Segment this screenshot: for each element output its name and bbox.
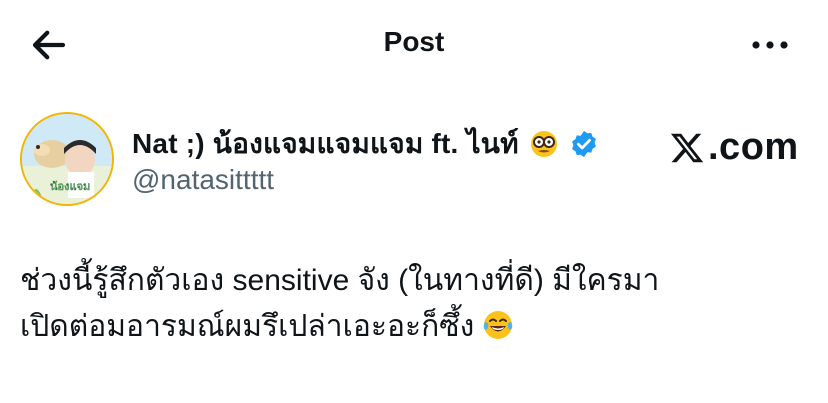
page-title: Post bbox=[383, 26, 445, 57]
more-horizontal-icon[interactable] bbox=[748, 30, 792, 60]
nerd-glasses-emoji-icon bbox=[530, 131, 557, 157]
top-bar: Post bbox=[0, 0, 828, 90]
brand-text: .com bbox=[708, 126, 799, 168]
verified-badge-icon[interactable] bbox=[569, 129, 599, 159]
x-logo-icon bbox=[670, 133, 704, 162]
author-display-name[interactable]: Nat ;) น้องแจมแจมแจม ft. ไนท์ bbox=[132, 122, 519, 166]
tweet-text-line-1: ช่วงนี้รู้สึกตัวเอง sensitive จัง (ในทาง… bbox=[20, 264, 660, 297]
avatar-badge-text: น้องแจม bbox=[50, 180, 90, 193]
avatar-image: น้องแจม bbox=[22, 114, 112, 204]
tweet-text-line-2-text: เปิดต่อมอารมณ์ผมรึเปล่าเอะอะก็ซึ้ง bbox=[20, 310, 475, 343]
tweet-text: ช่วงนี้รู้สึกตัวเอง sensitive จัง (ในทาง… bbox=[20, 258, 810, 350]
avatar[interactable]: น้องแจม bbox=[20, 112, 114, 206]
tweet-text-line-2: เปิดต่อมอารมณ์ผมรึเปล่าเอะอะก็ซึ้ง bbox=[20, 304, 810, 350]
post-header: น้องแจม Nat ;) น้องแจมแจมแจม ft. ไนท์ @n… bbox=[20, 112, 810, 212]
author-name-row[interactable]: Nat ;) น้องแจมแจมแจม ft. ไนท์ bbox=[132, 122, 599, 166]
tears-of-joy-emoji-icon bbox=[484, 311, 513, 339]
author-handle[interactable]: @natasittttt bbox=[132, 164, 274, 196]
brand-logo: .com bbox=[668, 126, 799, 169]
